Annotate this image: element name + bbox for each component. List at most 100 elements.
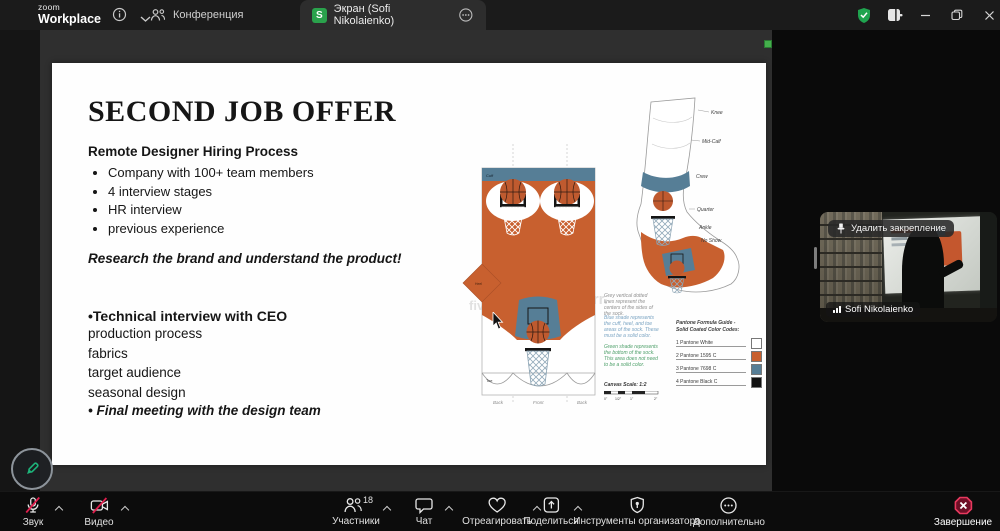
host-tools-button[interactable]: Инструменты организатора <box>573 496 700 527</box>
tech-item: target audience <box>88 364 460 383</box>
pantone-swatch <box>751 338 762 349</box>
tab-conference-label: Конференция <box>173 9 243 21</box>
canvas-scale: Canvas Scale: 1:2 0" 1/2" 1" 2" <box>604 382 660 406</box>
slide-emphasis-line: Research the brand and understand the pr… <box>88 251 460 266</box>
note-blue: Blue shade represents the cuff, heel, an… <box>604 315 662 339</box>
mouse-cursor <box>492 312 504 330</box>
chat-button[interactable]: Чат <box>414 496 434 527</box>
tab-screen-share[interactable]: S Экран (Sofi Nikolaienko) <box>300 0 486 30</box>
share-button[interactable]: Поделиться <box>523 496 578 527</box>
note-grey: Grey vertical dotted lines represent the… <box>604 293 656 317</box>
panel-resize-handle[interactable] <box>814 247 817 269</box>
screen-share-area: SECOND JOB OFFER Remote Designer Hiring … <box>40 30 772 491</box>
chat-options-chevron[interactable] <box>446 505 453 512</box>
scale-ruler: 0" 1/2" 1" 2" <box>604 391 660 401</box>
svg-text:1/2": 1/2" <box>615 397 622 401</box>
people-icon <box>150 8 166 22</box>
svg-text:1": 1" <box>630 397 634 401</box>
side-panel-icon[interactable] <box>886 6 904 29</box>
panel-labels: Back Front Back <box>493 400 588 405</box>
participants-icon <box>343 496 363 514</box>
svg-text:Ankle: Ankle <box>698 225 712 231</box>
flat-sock-template: Cuff <box>463 168 595 405</box>
restore-button[interactable] <box>944 4 970 26</box>
slide-text-column: SECOND JOB OFFER Remote Designer Hiring … <box>88 95 460 418</box>
left-dark-strip <box>0 30 40 491</box>
canvas-scale-label: Canvas Scale: 1:2 <box>604 382 660 388</box>
participant-name-badge: Sofi Nikolaienko <box>826 302 920 317</box>
logo-workplace: Workplace <box>38 13 101 26</box>
svg-text:Front: Front <box>533 400 544 405</box>
minimize-button[interactable] <box>912 4 938 26</box>
share-screen-icon <box>542 496 560 514</box>
screen-share-badge: S <box>312 8 327 23</box>
annotate-button[interactable] <box>11 448 53 490</box>
video-button[interactable]: Видео <box>84 496 113 528</box>
logo-zoom: zoom <box>38 3 101 12</box>
toe-label: Toe <box>486 378 493 383</box>
note-green: Green shade represents the bottom of the… <box>604 344 662 368</box>
close-button[interactable] <box>976 4 1000 26</box>
more-button[interactable]: Дополнительно <box>693 496 765 528</box>
participant-name: Sofi Nikolaienko <box>845 304 913 315</box>
presentation-slide: SECOND JOB OFFER Remote Designer Hiring … <box>52 63 766 465</box>
hiring-bullet-list: Company with 100+ team members 4 intervi… <box>88 164 460 238</box>
participants-options-chevron[interactable] <box>384 505 391 512</box>
mic-muted-icon <box>23 496 43 515</box>
end-octagon-icon <box>954 496 973 515</box>
signal-bars-icon <box>833 306 841 313</box>
tech-item: seasonal design <box>88 384 460 403</box>
pencil-icon <box>23 460 41 478</box>
share-selection-handle <box>764 40 772 48</box>
react-button[interactable]: Отреагировать <box>462 496 532 527</box>
end-meeting-button[interactable]: Завершение <box>934 496 992 528</box>
remove-pin-button[interactable]: Удалить закрепление <box>828 220 954 237</box>
slide-title: SECOND JOB OFFER <box>88 95 460 129</box>
pantone-swatch <box>751 364 762 375</box>
svg-text:Back: Back <box>577 400 588 405</box>
zoom-workplace-window: zoom Workplace Конференция S Экран (Sofi… <box>0 0 1000 531</box>
audio-options-chevron[interactable] <box>56 505 63 512</box>
tab-options-icon[interactable] <box>458 7 474 23</box>
chat-icon <box>414 496 434 514</box>
tile-right-shadow <box>980 212 997 322</box>
svg-text:Back: Back <box>493 400 504 405</box>
video-options-chevron[interactable] <box>122 505 129 512</box>
svg-text:Quarter: Quarter <box>697 207 714 213</box>
participants-count: 18 <box>363 495 373 505</box>
heart-icon <box>487 496 507 514</box>
pinned-video-tile[interactable]: Удалить закрепление Sofi Nikolaienko <box>820 212 997 322</box>
meeting-toolbar: Звук Видео 18 Участники <box>0 491 1000 531</box>
camera-off-icon <box>88 496 110 515</box>
pantone-row: 4 Pantone Black C <box>676 376 762 389</box>
titlebar: zoom Workplace Конференция S Экран (Sofi… <box>0 0 1000 30</box>
zoom-workplace-logo: zoom Workplace <box>38 3 101 25</box>
pantone-row: 3 Pantone 7698 C <box>676 363 762 376</box>
heel-label: Heel <box>475 282 482 286</box>
svg-text:0": 0" <box>604 397 608 401</box>
svg-text:Crew: Crew <box>696 174 708 180</box>
bullet-item: previous experience <box>108 220 460 239</box>
tech-item: production process <box>88 325 460 344</box>
pantone-row: 1 Pantone White <box>676 337 762 350</box>
participants-button[interactable]: 18 Участники <box>332 496 380 527</box>
sock-on-leg-view: Knee Mid-Calf Crew Quarter Ankle No Show <box>637 98 739 293</box>
slide-subtitle: Remote Designer Hiring Process <box>88 144 460 159</box>
remove-pin-label: Удалить закрепление <box>851 223 946 234</box>
pantone-swatch <box>751 351 762 362</box>
bullet-item: 4 interview stages <box>108 183 460 202</box>
svg-text:Knee: Knee <box>711 110 723 116</box>
pin-icon <box>836 223 846 234</box>
security-shield-icon[interactable] <box>856 7 872 29</box>
audio-button[interactable]: Звук <box>23 496 44 528</box>
info-icon[interactable] <box>112 7 127 27</box>
svg-text:2": 2" <box>654 397 658 401</box>
svg-text:No Show: No Show <box>701 238 722 244</box>
tab-conference[interactable]: Конференция <box>138 0 255 30</box>
bullet-item: HR interview <box>108 201 460 220</box>
svg-text:Mid-Calf: Mid-Calf <box>702 139 721 145</box>
more-ellipsis-icon <box>719 496 738 515</box>
pantone-guide: Pantone Formula Guide - Solid Coated Col… <box>676 320 762 389</box>
host-tools-shield-icon <box>628 496 646 514</box>
tab-screen-label: Экран (Sofi Nikolaienko) <box>334 3 452 27</box>
